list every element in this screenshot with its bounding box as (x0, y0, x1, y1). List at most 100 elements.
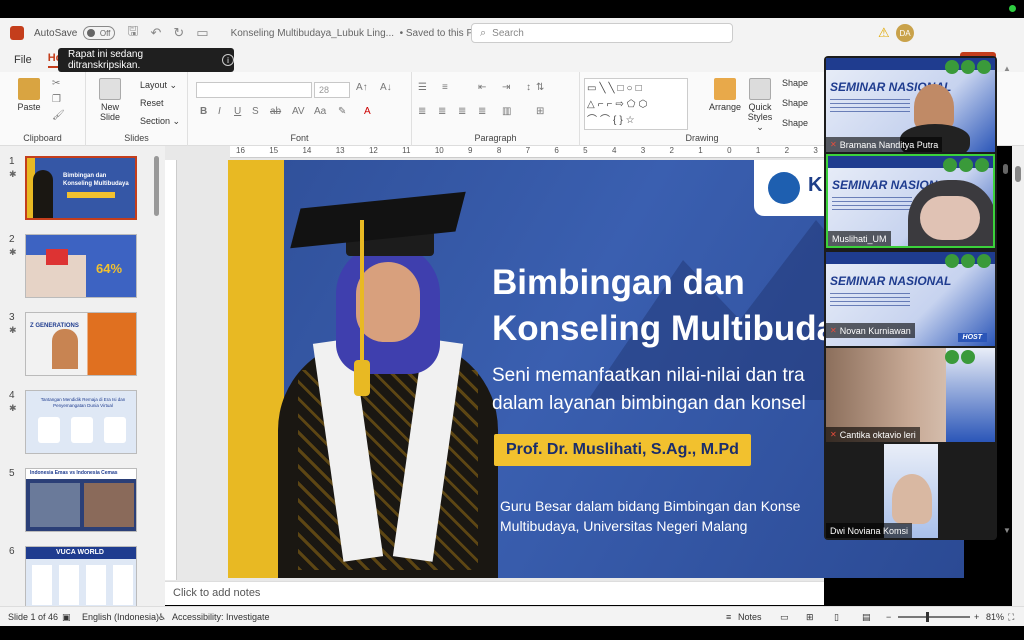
participant-name: Dwi Noviana Komsi (826, 523, 913, 538)
paste-button[interactable]: Paste (14, 78, 44, 112)
warning-icon[interactable]: ⚠ (878, 25, 890, 41)
columns-icon[interactable]: ▥ (502, 106, 511, 117)
present-icon[interactable]: ▭ (196, 25, 208, 41)
meeting-scrollbar[interactable]: ▲ ▼ (1001, 56, 1011, 540)
presenter-description[interactable]: Guru Besar dalam bidang Bimbingan dan Ko… (500, 496, 800, 536)
indent-icon[interactable]: ⇤ (478, 82, 486, 93)
slide-thumbnail[interactable]: Z GENERATIONS (25, 312, 137, 376)
reset-button[interactable]: Reset (140, 98, 164, 108)
numbering-icon[interactable]: ≡ (442, 82, 448, 93)
ruler-tick: 13 (335, 146, 345, 155)
ruler-tick: 4 (611, 146, 617, 155)
smartart-icon[interactable]: ⊞ (536, 106, 544, 117)
participant-tile[interactable]: ✕ Cantika oktavio leri (826, 348, 995, 442)
participant-tile[interactable]: SEMINAR NASIONAL HOST ✕ Novan Kurniawan (826, 252, 995, 346)
clipboard-group: Paste ✂ ❐ 🖌 Clipboard (0, 72, 86, 146)
decrease-font-icon[interactable]: A↓ (380, 82, 392, 93)
font-color-icon[interactable]: A (364, 106, 371, 117)
zoom-slider[interactable] (898, 616, 970, 618)
quick-styles-icon (749, 78, 771, 100)
slideshow-icon[interactable]: ▤ (862, 612, 871, 623)
participant-tile[interactable]: SEMINAR NASIONAL Muslihati_UM (826, 154, 995, 248)
layout-button[interactable]: Layout ⌄ (140, 80, 177, 91)
zoom-slider-handle[interactable] (926, 612, 929, 622)
participant-tile[interactable]: SEMINAR NASIONAL ✕ Bramana Nanditya Putra (826, 58, 995, 152)
normal-view-icon[interactable]: ▭ (780, 612, 789, 623)
arrange-icon (714, 78, 736, 100)
align-right-icon[interactable]: ≣ (458, 106, 466, 117)
new-slide-button[interactable]: New Slide (92, 78, 128, 122)
seminar-logos-icon (943, 158, 989, 172)
search-icon: ⌕ (480, 26, 487, 39)
bold-icon[interactable]: B (200, 106, 207, 117)
shapes-gallery[interactable]: ▭╲╲□○□ △⌐⌐⇨⬠⬡ ⌒⌒{}☆ (584, 78, 688, 130)
presenter-photo[interactable] (268, 191, 508, 578)
mic-off-icon: ✕ (830, 430, 837, 439)
format-painter-icon[interactable]: 🖌 (52, 110, 65, 121)
justify-icon[interactable]: ≣ (478, 106, 486, 117)
section-button[interactable]: Section ⌄ (140, 116, 180, 127)
redo-icon[interactable]: ↻ (173, 25, 184, 41)
reading-view-icon[interactable]: ▯ (834, 612, 839, 623)
align-left-icon[interactable]: ≣ (418, 106, 426, 117)
shape-fill-button[interactable]: Shape (782, 78, 808, 88)
copy-icon[interactable]: ❐ (52, 94, 61, 105)
highlight-icon[interactable]: ✎ (338, 106, 346, 117)
line-spacing-icon[interactable]: ↕ (526, 82, 531, 93)
save-icon[interactable]: 🖫 (127, 22, 138, 44)
search-box[interactable]: ⌕ Search (471, 23, 733, 43)
shape-effects-button[interactable]: Shape (782, 118, 808, 128)
underline-icon[interactable]: U (234, 106, 241, 117)
spellcheck-icon[interactable]: ▣ (62, 612, 71, 623)
notes-pane[interactable]: Click to add notes (165, 581, 824, 605)
info-icon[interactable]: i (222, 54, 234, 66)
participant-name: Muslihati_UM (828, 231, 891, 246)
participant-name: ✕ Novan Kurniawan (826, 323, 915, 338)
document-name: Konseling Multibudaya_Lubuk Ling... • Sa… (230, 27, 492, 39)
zoom-in-icon[interactable]: + (974, 612, 979, 622)
font-size-combo[interactable]: 28 (314, 82, 350, 98)
canvas-scrollbar[interactable] (1012, 146, 1024, 606)
font-name-combo[interactable] (196, 82, 312, 98)
bullets-icon[interactable]: ☰ (418, 82, 427, 93)
os-bottom-strip (0, 626, 1024, 640)
zoom-level[interactable]: 81% (986, 612, 1004, 622)
participant-tile[interactable]: Dwi Noviana Komsi (826, 444, 995, 538)
slide-thumbnail[interactable]: 64% (25, 234, 137, 298)
slide-subtitle[interactable]: Seni memanfaatkan nilai-nilai dan tra da… (492, 362, 806, 418)
notes-button[interactable]: Notes (738, 612, 762, 622)
slide-thumbnail[interactable]: Bimbingan dan Konseling Multibudaya (25, 156, 137, 220)
seminar-logos-icon (945, 254, 991, 268)
spacing-icon[interactable]: AV (292, 106, 305, 117)
slide-thumbnail[interactable]: VUCA WORLD (25, 546, 137, 608)
increase-font-icon[interactable]: A↑ (356, 82, 368, 93)
zoom-out-icon[interactable]: − (886, 612, 891, 622)
slide-thumbnail[interactable]: Indonesia Emas vs Indonesia Cemas (25, 468, 137, 532)
quick-styles-button[interactable]: Quick Styles ⌄ (744, 78, 776, 133)
slide-sorter-icon[interactable]: ⊞ (806, 612, 814, 623)
host-badge: HOST (957, 333, 987, 342)
cut-icon[interactable]: ✂ (52, 78, 60, 89)
change-case-icon[interactable]: Aa (314, 106, 326, 117)
shadow-icon[interactable]: S (252, 106, 259, 117)
shape-outline-button[interactable]: Shape (782, 98, 808, 108)
align-center-icon[interactable]: ≣ (438, 106, 446, 117)
text-direction-icon[interactable]: ⇅ (536, 82, 544, 93)
strikethrough-icon[interactable]: ab (270, 106, 281, 117)
language-label[interactable]: English (Indonesia) (82, 612, 159, 622)
italic-icon[interactable]: I (218, 106, 221, 117)
fit-slide-icon[interactable]: ⛶ (1008, 612, 1014, 623)
slide-thumbnail[interactable]: Tantangan Mendidik Remaja di Era Isi dan… (25, 390, 137, 454)
accessibility-status[interactable]: Accessibility: Investigate (172, 612, 270, 622)
undo-icon[interactable]: ↶ (150, 25, 161, 41)
star-icon: ✱ (9, 325, 17, 335)
slide-title[interactable]: Bimbingan dan Konseling Multibuda (492, 260, 836, 352)
tab-file[interactable]: File (14, 54, 32, 66)
participant-name: ✕ Bramana Nanditya Putra (826, 137, 943, 152)
outdent-icon[interactable]: ⇥ (502, 82, 510, 93)
arrange-button[interactable]: Arrange (708, 78, 742, 112)
autosave-toggle[interactable]: Off (83, 26, 116, 40)
presenter-name-badge[interactable]: Prof. Dr. Muslihati, S.Ag., M.Pd (494, 434, 751, 466)
thumbnail-scrollbar[interactable] (154, 156, 159, 216)
user-avatar[interactable]: DA (896, 24, 914, 42)
